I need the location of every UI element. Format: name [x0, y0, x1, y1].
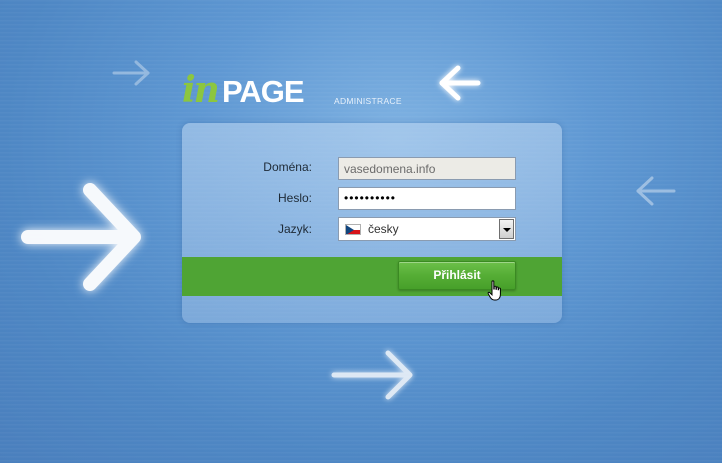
language-select[interactable]: česky — [338, 217, 516, 241]
arrow-right-icon — [21, 183, 141, 291]
dropdown-arrow-icon[interactable] — [499, 219, 514, 239]
logo-subtitle: ADMINISTRACE — [334, 96, 402, 106]
language-value: česky — [368, 222, 399, 236]
arrow-right-icon — [112, 60, 150, 86]
logo-prefix: in — [182, 69, 220, 111]
hand-cursor-icon — [487, 280, 501, 301]
arrow-right-icon — [331, 350, 413, 400]
login-panel: Doména: Heslo: •••••••••• Jazyk: česky P… — [182, 123, 562, 323]
password-label: Heslo: — [277, 191, 312, 205]
language-label: Jazyk: — [277, 222, 312, 236]
domain-field[interactable] — [338, 157, 516, 180]
arrow-left-icon — [636, 176, 676, 206]
czech-flag-icon — [345, 224, 361, 235]
password-field[interactable]: •••••••••• — [338, 187, 516, 210]
arrow-left-icon — [439, 65, 481, 101]
action-bar: Přihlásit — [182, 257, 562, 296]
inpage-logo: in PAGE ADMINISTRACE — [182, 72, 402, 112]
domain-label: Doména: — [263, 160, 312, 174]
logo-main: PAGE — [222, 74, 305, 109]
